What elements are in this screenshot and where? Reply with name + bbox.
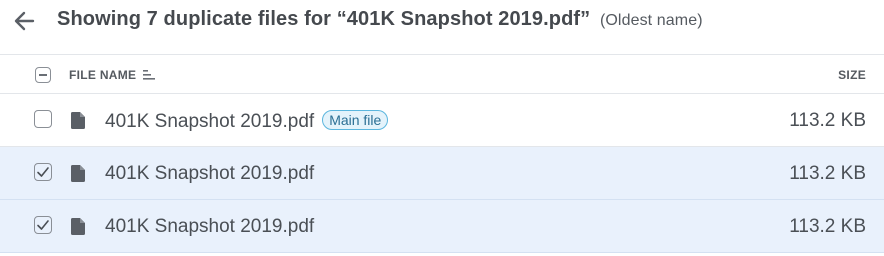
page-header: Showing 7 duplicate files for “401K Snap… [0, 0, 884, 42]
column-header-size[interactable]: SIZE [838, 68, 866, 82]
file-size: 113.2 KB [789, 216, 866, 237]
file-name-text: 401K Snapshot 2019.pdf [105, 111, 315, 132]
duplicates-table: FILE NAME SIZE 401K Snapshot 2019.pdf Mai… [0, 54, 884, 253]
file-icon [71, 165, 85, 182]
sort-lines-icon [143, 70, 156, 80]
page-subtitle: (Oldest name) [599, 12, 703, 29]
indeterminate-dash-icon [39, 74, 47, 76]
page-title-text: Showing 7 duplicate files for “401K Snap… [57, 8, 591, 30]
select-all-checkbox[interactable] [35, 67, 51, 83]
table-row[interactable]: 401K Snapshot 2019.pdf 113.2 KB [0, 147, 884, 200]
checkmark-icon [37, 220, 49, 230]
arrow-left-icon [14, 11, 35, 31]
back-button[interactable] [10, 7, 38, 35]
column-header-file-name-label: FILE NAME [69, 68, 137, 82]
file-name: 401K Snapshot 2019.pdf [105, 216, 315, 237]
row-checkbox[interactable] [34, 216, 52, 234]
file-icon [71, 112, 85, 129]
column-header-file-name[interactable]: FILE NAME [69, 68, 156, 82]
checkmark-icon [37, 167, 49, 177]
row-checkbox[interactable] [34, 163, 52, 181]
table-row[interactable]: 401K Snapshot 2019.pdf 113.2 KB [0, 200, 884, 253]
row-checkbox[interactable] [34, 110, 52, 128]
file-icon [71, 218, 85, 235]
file-name: 401K Snapshot 2019.pdf Main file [105, 110, 389, 133]
page-title: Showing 7 duplicate files for “401K Snap… [57, 8, 703, 31]
file-size: 113.2 KB [789, 110, 866, 131]
file-size: 113.2 KB [789, 163, 866, 184]
file-name: 401K Snapshot 2019.pdf [105, 163, 315, 184]
table-header: FILE NAME SIZE [0, 54, 884, 94]
table-row[interactable]: 401K Snapshot 2019.pdf Main file 113.2 KB [0, 94, 884, 147]
main-file-badge: Main file [322, 110, 389, 130]
